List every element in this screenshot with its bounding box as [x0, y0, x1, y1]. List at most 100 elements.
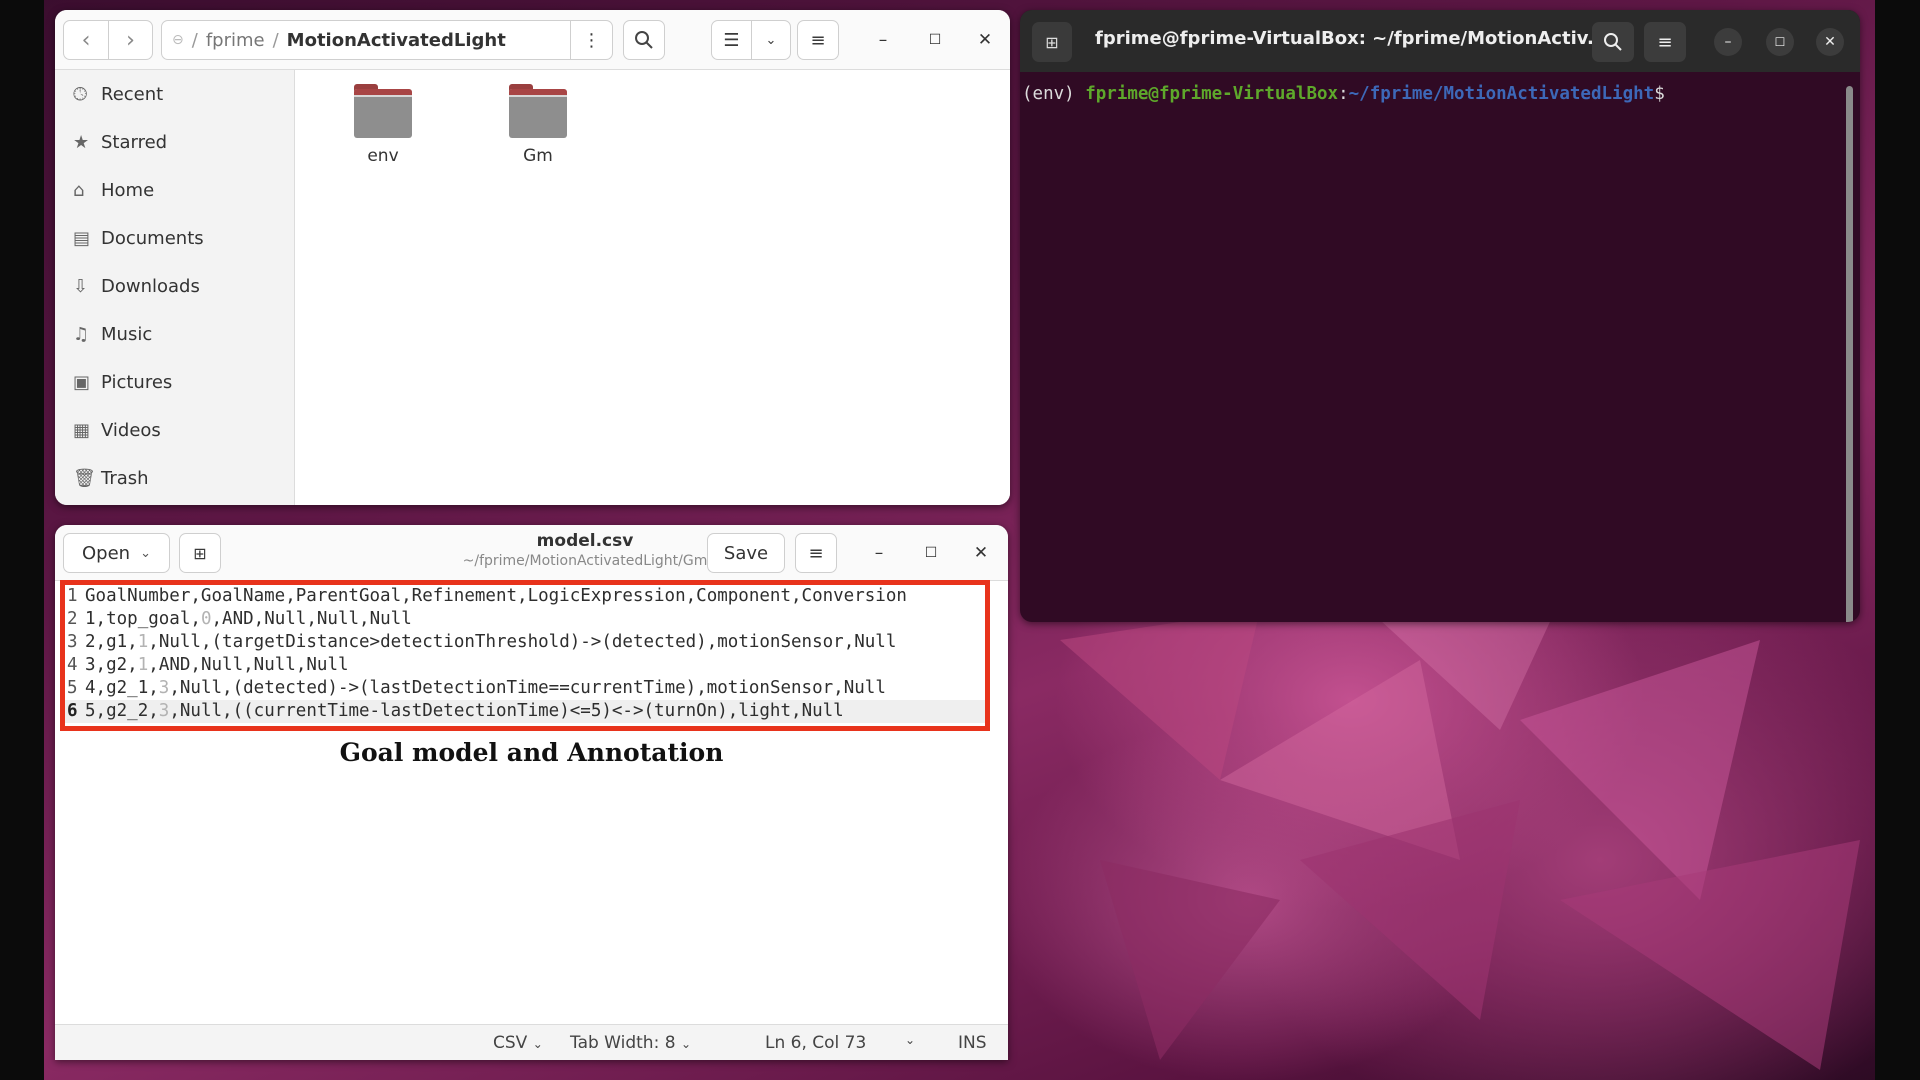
- folder-label: env: [367, 146, 399, 166]
- list-view-icon[interactable]: ☰: [712, 21, 751, 59]
- line-number: 6: [67, 701, 78, 721]
- path-segment-current[interactable]: MotionActivatedLight: [279, 30, 514, 51]
- sidebar-item-label: Recent: [101, 83, 164, 105]
- view-options: ☰ ⌄: [711, 20, 791, 60]
- document-icon: ▤: [73, 227, 91, 249]
- disk-icon[interactable]: ⊖: [162, 32, 192, 48]
- left-screen-border: [0, 0, 44, 1080]
- maximize-icon[interactable]: ☐: [1766, 28, 1794, 56]
- folder-label: Gm: [523, 146, 553, 166]
- open-button[interactable]: Open ⌄: [63, 533, 170, 573]
- prompt-path: ~/fprime/MotionActivatedLight: [1348, 84, 1655, 104]
- file-manager-header: ‹ › ⊖ / fprime / MotionActivatedLight ⋮ …: [55, 10, 1010, 70]
- line-text: 3,g2,1,AND,Null,Null,Null: [85, 655, 349, 675]
- editor-menu-icon[interactable]: ≡: [795, 533, 837, 573]
- code-line[interactable]: 5 4,g2_1,3,Null,(detected)->(lastDetectio…: [65, 677, 985, 700]
- search-icon[interactable]: [1592, 22, 1634, 62]
- folder-item-env[interactable]: env: [328, 84, 438, 184]
- prompt-symbol: $: [1654, 84, 1665, 104]
- editor-statusbar: CSV ⌄ Tab Width: 8 ⌄ Ln 6, Col 73 ⌄ INS: [55, 1024, 1008, 1060]
- line-text: GoalNumber,GoalName,ParentGoal,Refinemen…: [85, 586, 907, 606]
- chevron-down-icon[interactable]: ⌄: [905, 1033, 915, 1047]
- picture-icon: ▣: [73, 371, 91, 393]
- minimize-icon[interactable]: –: [1714, 28, 1742, 56]
- navigation-buttons: ‹ ›: [63, 20, 153, 60]
- path-menu-icon[interactable]: ⋮: [570, 21, 612, 59]
- code-line[interactable]: 1 GoalNumber,GoalName,ParentGoal,Refineme…: [65, 585, 985, 608]
- line-number: 1: [67, 586, 78, 606]
- cursor-position-label: Ln 6, Col 73: [765, 1033, 867, 1053]
- main-menu-icon[interactable]: ≡: [797, 20, 839, 60]
- folder-icon: [509, 84, 567, 138]
- terminal-header: ⊞ fprime@fprime-VirtualBox: ~/fprime/Mot…: [1020, 10, 1860, 72]
- trash-icon: 🗑︎: [73, 467, 96, 489]
- new-tab-icon[interactable]: ⊞: [1032, 22, 1072, 62]
- chevron-down-icon[interactable]: ⌄: [750, 21, 790, 59]
- line-number: 5: [67, 678, 78, 698]
- download-icon: ⇩: [73, 275, 89, 297]
- close-icon[interactable]: ✕: [967, 22, 1003, 58]
- star-icon: ★: [73, 131, 90, 153]
- prompt-env: (env): [1022, 84, 1086, 104]
- sidebar-item-label: Pictures: [101, 371, 173, 393]
- sidebar-item-label: Home: [101, 179, 155, 201]
- back-button[interactable]: ‹: [64, 21, 108, 59]
- code-line-current[interactable]: 6 5,g2_2,3,Null,((currentTime-lastDetecti…: [65, 700, 985, 723]
- sidebar-item-pictures[interactable]: ▣ Pictures: [55, 358, 294, 406]
- sidebar-item-starred[interactable]: ★ Starred: [55, 118, 294, 166]
- sidebar-item-label: Downloads: [101, 275, 200, 297]
- sidebar-item-recent[interactable]: 🕓︎ Recent: [55, 70, 294, 118]
- places-sidebar: 🕓︎ Recent ★ Starred ⌂ Home ▤ Documents ⇩…: [55, 70, 295, 505]
- search-icon[interactable]: [623, 20, 665, 60]
- minimize-icon[interactable]: –: [865, 22, 901, 58]
- prompt-colon: :: [1338, 84, 1349, 104]
- insert-mode[interactable]: INS: [958, 1033, 987, 1053]
- line-text: 5,g2_2,3,Null,((currentTime-lastDetectio…: [85, 701, 844, 721]
- sidebar-item-videos[interactable]: ▦ Videos: [55, 406, 294, 454]
- chevron-down-icon: ⌄: [140, 545, 151, 561]
- home-icon: ⌂: [73, 179, 85, 201]
- video-icon: ▦: [73, 419, 91, 441]
- sidebar-item-label: Trash: [101, 467, 149, 489]
- terminal-title: fprime@fprime-VirtualBox: ~/fprime/Motio…: [1095, 28, 1595, 49]
- terminal-output[interactable]: (env) fprime@fprime-VirtualBox:~/fprime/…: [1020, 72, 1860, 622]
- music-icon: ♫: [73, 323, 90, 345]
- file-view: env Gm: [295, 70, 1010, 505]
- save-button[interactable]: Save: [707, 533, 785, 573]
- clock-icon: 🕓︎: [73, 83, 88, 105]
- sidebar-item-documents[interactable]: ▤ Documents: [55, 214, 294, 262]
- terminal-scrollbar[interactable]: [1846, 86, 1853, 622]
- maximize-icon[interactable]: ☐: [913, 535, 949, 571]
- code-line[interactable]: 3 2,g1,1,Null,(targetDistance>detectionTh…: [65, 631, 985, 654]
- cursor-position[interactable]: Ln 6, Col 73: [765, 1033, 866, 1053]
- sidebar-item-home[interactable]: ⌂ Home: [55, 166, 294, 214]
- path-segment-fprime[interactable]: fprime: [198, 30, 273, 51]
- language-selector[interactable]: CSV ⌄: [493, 1033, 543, 1053]
- sidebar-item-downloads[interactable]: ⇩ Downloads: [55, 262, 294, 310]
- close-icon[interactable]: ✕: [1816, 28, 1844, 56]
- highlighted-code-region[interactable]: 1 GoalNumber,GoalName,ParentGoal,Refineme…: [60, 580, 990, 731]
- folder-item-gm[interactable]: Gm: [483, 84, 593, 184]
- prompt-user: fprime@fprime-VirtualBox: [1085, 84, 1339, 104]
- line-number: 3: [67, 632, 78, 652]
- sidebar-item-label: Music: [101, 323, 153, 345]
- open-button-label: Open: [82, 542, 131, 564]
- file-manager-window: ‹ › ⊖ / fprime / MotionActivatedLight ⋮ …: [55, 10, 1010, 505]
- path-bar[interactable]: ⊖ / fprime / MotionActivatedLight ⋮: [161, 20, 613, 60]
- line-text: 2,g1,1,Null,(targetDistance>detectionThr…: [85, 632, 897, 652]
- forward-button[interactable]: ›: [107, 21, 152, 59]
- tab-width-selector[interactable]: Tab Width: 8 ⌄: [570, 1033, 691, 1053]
- code-line[interactable]: 4 3,g2,1,AND,Null,Null,Null: [65, 654, 985, 677]
- line-text: 1,top_goal,0,AND,Null,Null,Null: [85, 609, 412, 629]
- code-line[interactable]: 2 1,top_goal,0,AND,Null,Null,Null: [65, 608, 985, 631]
- text-editor-window: Open ⌄ ⊞ model.csv ~/fprime/MotionActiva…: [55, 525, 1008, 1060]
- new-document-icon[interactable]: ⊞: [179, 533, 221, 573]
- minimize-icon[interactable]: –: [861, 535, 897, 571]
- language-label: CSV: [493, 1033, 528, 1053]
- sidebar-item-trash[interactable]: 🗑︎ Trash: [55, 454, 294, 502]
- terminal-menu-icon[interactable]: ≡: [1644, 22, 1686, 62]
- close-icon[interactable]: ✕: [963, 535, 999, 571]
- chevron-down-icon: ⌄: [532, 1037, 543, 1051]
- sidebar-item-music[interactable]: ♫ Music: [55, 310, 294, 358]
- maximize-icon[interactable]: ☐: [917, 22, 953, 58]
